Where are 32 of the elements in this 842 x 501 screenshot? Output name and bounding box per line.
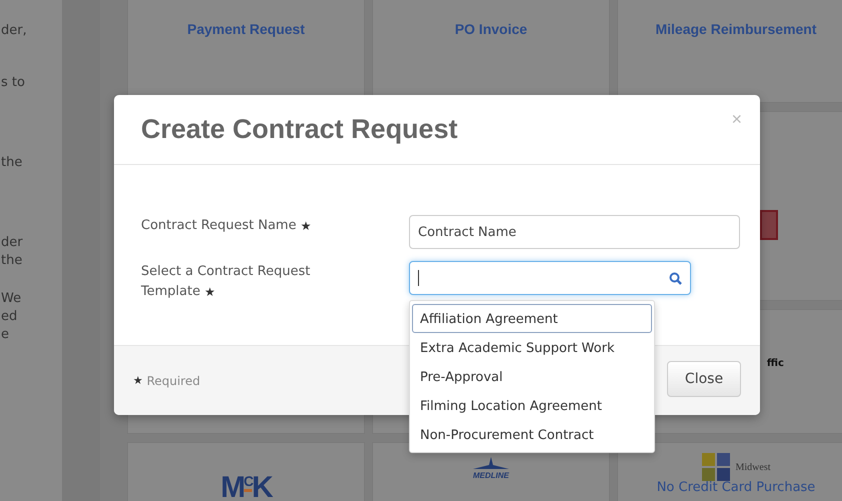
search-field[interactable]: [409, 261, 691, 295]
tile-title: Mileage Reimbursement: [655, 21, 817, 37]
page-text: the: [1, 154, 22, 172]
field-label: Contract Request Name ★: [141, 217, 312, 235]
field-label: Select a Contract Request Template ★: [141, 263, 312, 301]
dropdown-option[interactable]: Extra Academic Support Work: [412, 333, 652, 362]
page-text: e: [1, 326, 9, 344]
logo-text: M$^{C}$K: [220, 471, 272, 501]
page-text: We: [1, 290, 22, 308]
dropdown-option[interactable]: Filming Location Agreement: [412, 391, 652, 420]
dropdown-option[interactable]: Affiliation Agreement: [412, 304, 652, 333]
page-text: der,: [1, 22, 27, 40]
tile-title: Payment Request: [187, 21, 305, 37]
logo-text: MEDLINE: [473, 471, 509, 480]
page-text: ed: [1, 308, 18, 326]
page-text: der: [1, 234, 23, 252]
logo-icon: [760, 210, 778, 240]
logo-text: Midwest: [736, 462, 770, 472]
page-text: s to: [1, 74, 25, 92]
search-icon: [669, 272, 682, 284]
logo-icon: [702, 453, 730, 481]
close-button[interactable]: Close: [667, 360, 741, 396]
dropdown-option[interactable]: Pre-Approval: [412, 362, 652, 391]
input-field[interactable]: Contract Name: [409, 215, 740, 249]
tile-card[interactable]: Midwest No Credit Card Purchase: [617, 442, 842, 501]
tile-caption: No Credit Card Purchase: [656, 481, 816, 495]
dialog-title: Create Contract Request: [141, 114, 458, 145]
tile-title: PO Invoice: [454, 21, 528, 37]
page-text: the: [1, 252, 22, 270]
required-note: ★ Required: [133, 374, 200, 388]
tile-text: ffic: [766, 358, 784, 369]
ship-icon: [471, 457, 511, 471]
